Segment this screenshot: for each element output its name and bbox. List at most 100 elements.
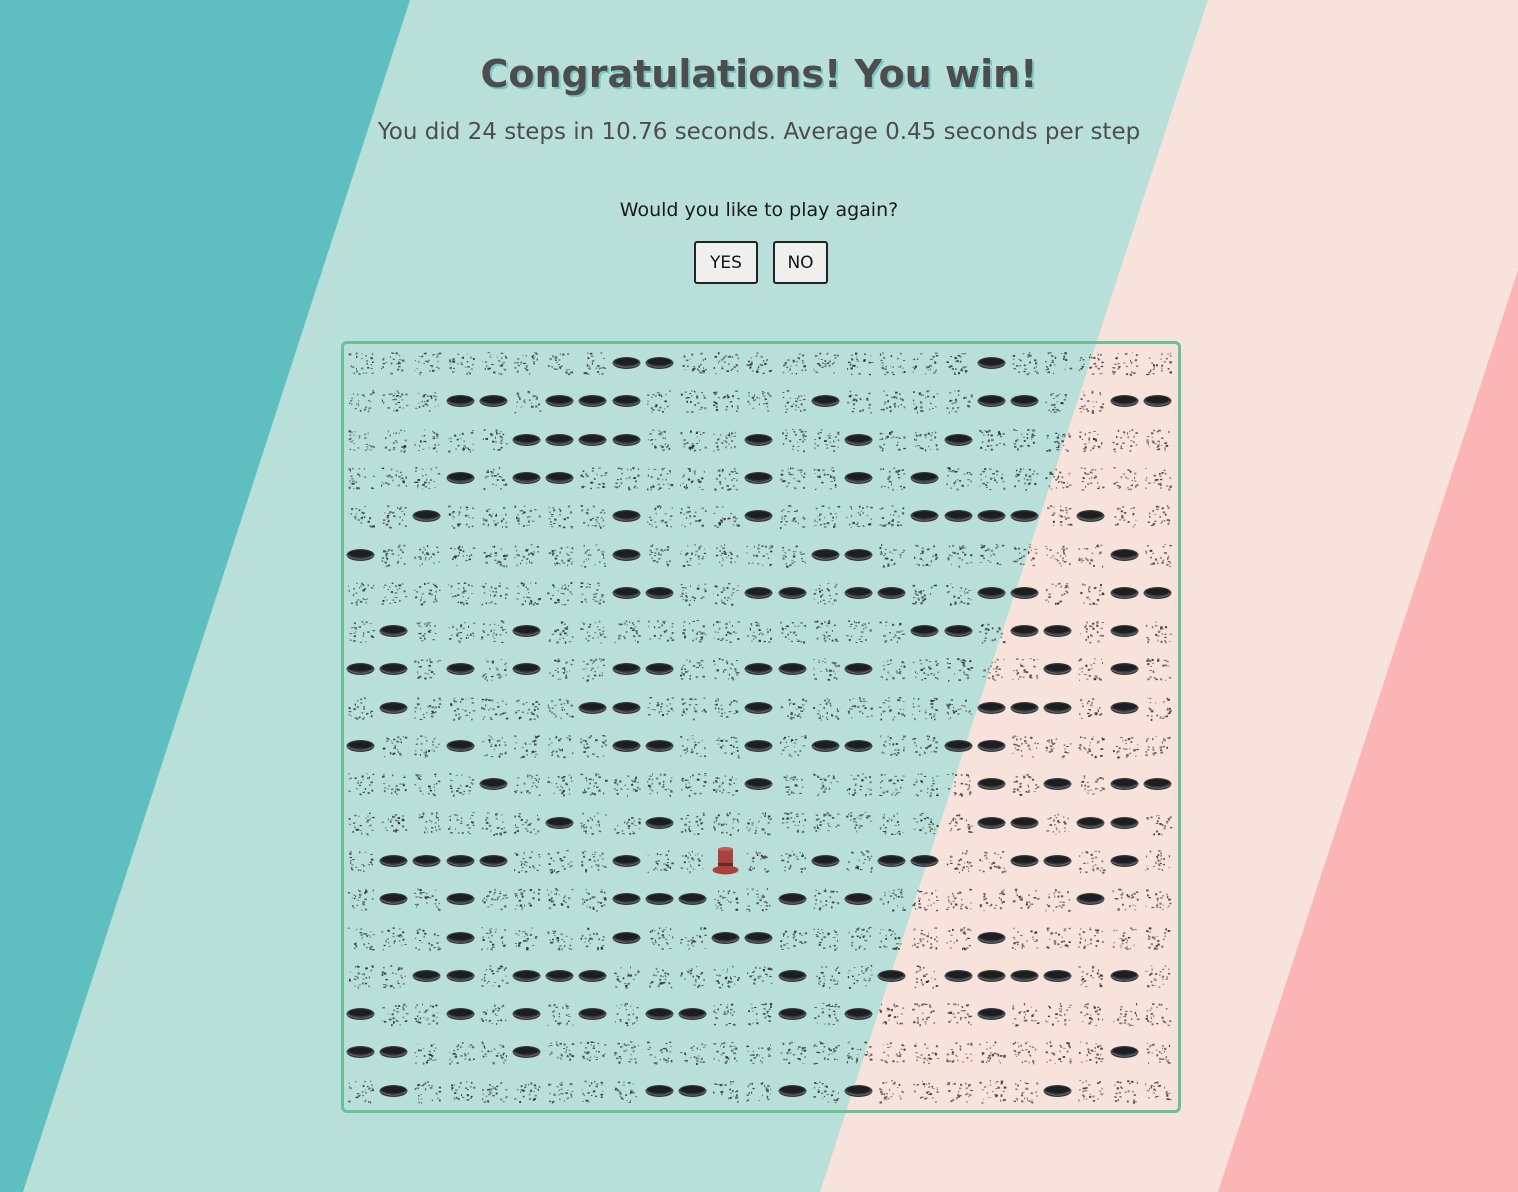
hole-icon [1108, 1033, 1141, 1071]
hole-icon [377, 1033, 410, 1071]
hole-icon [477, 842, 510, 880]
confetti-tile-icon [610, 612, 643, 650]
hole-icon [344, 1033, 377, 1071]
no-button[interactable]: NO [773, 241, 828, 284]
hole-icon [809, 727, 842, 765]
hole-icon [875, 957, 908, 995]
confetti-tile-icon [875, 727, 908, 765]
confetti-tile-icon [908, 804, 941, 842]
hole-icon [444, 842, 477, 880]
confetti-tile-icon [1108, 995, 1141, 1033]
hole-icon [776, 1072, 809, 1110]
confetti-tile-icon [1041, 1033, 1074, 1071]
hole-icon [643, 804, 676, 842]
confetti-tile-icon [809, 957, 842, 995]
confetti-tile-icon [543, 995, 576, 1033]
confetti-tile-icon [1074, 612, 1107, 650]
hole-icon [975, 957, 1008, 995]
confetti-tile-icon [477, 612, 510, 650]
hole-icon [444, 382, 477, 420]
hole-icon [377, 689, 410, 727]
confetti-tile-icon [610, 765, 643, 803]
confetti-tile-icon [676, 497, 709, 535]
hole-icon [942, 612, 975, 650]
hole-icon [377, 880, 410, 918]
confetti-tile-icon [842, 344, 875, 382]
confetti-tile-icon [377, 574, 410, 612]
confetti-tile-icon [643, 459, 676, 497]
hole-icon [510, 612, 543, 650]
confetti-tile-icon [610, 995, 643, 1033]
confetti-tile-icon [643, 612, 676, 650]
confetti-tile-icon [676, 765, 709, 803]
hole-icon [676, 1072, 709, 1110]
hole-icon [1041, 650, 1074, 688]
confetti-tile-icon [344, 689, 377, 727]
confetti-tile-icon [809, 650, 842, 688]
confetti-tile-icon [444, 497, 477, 535]
confetti-tile-icon [776, 727, 809, 765]
confetti-tile-icon [1108, 880, 1141, 918]
confetti-tile-icon [510, 765, 543, 803]
confetti-tile-icon [510, 1072, 543, 1110]
confetti-tile-icon [776, 919, 809, 957]
confetti-tile-icon [410, 689, 443, 727]
confetti-tile-icon [344, 612, 377, 650]
confetti-tile-icon [1141, 995, 1174, 1033]
confetti-tile-icon [643, 919, 676, 957]
confetti-tile-icon [776, 1033, 809, 1071]
hole-icon [510, 650, 543, 688]
hole-icon [842, 995, 875, 1033]
confetti-tile-icon [942, 459, 975, 497]
confetti-tile-icon [709, 536, 742, 574]
confetti-tile-icon [477, 497, 510, 535]
confetti-tile-icon [543, 497, 576, 535]
confetti-tile-icon [1108, 344, 1141, 382]
confetti-tile-icon [344, 957, 377, 995]
confetti-tile-icon [1008, 995, 1041, 1033]
confetti-tile-icon [477, 957, 510, 995]
confetti-tile-icon [1108, 1072, 1141, 1110]
hole-icon [1074, 804, 1107, 842]
confetti-tile-icon [809, 995, 842, 1033]
hole-icon [377, 1072, 410, 1110]
confetti-tile-icon [576, 497, 609, 535]
confetti-tile-icon [1041, 727, 1074, 765]
hole-icon [1108, 842, 1141, 880]
play-again-question: Would you like to play again? [619, 199, 899, 221]
confetti-tile-icon [477, 995, 510, 1033]
confetti-tile-icon [576, 842, 609, 880]
confetti-tile-icon [709, 421, 742, 459]
confetti-tile-icon [742, 880, 775, 918]
hole-icon [1141, 765, 1174, 803]
hole-icon [742, 727, 775, 765]
confetti-tile-icon [942, 344, 975, 382]
hole-icon [610, 344, 643, 382]
hole-icon [875, 842, 908, 880]
confetti-tile-icon [776, 344, 809, 382]
hole-icon [1008, 382, 1041, 420]
confetti-tile-icon [709, 612, 742, 650]
confetti-tile-icon [410, 1072, 443, 1110]
hole-icon [543, 459, 576, 497]
confetti-tile-icon [842, 765, 875, 803]
confetti-tile-icon [942, 574, 975, 612]
confetti-tile-icon [410, 650, 443, 688]
hole-icon [1008, 804, 1041, 842]
yes-button[interactable]: YES [694, 241, 758, 284]
confetti-tile-icon [510, 536, 543, 574]
confetti-tile-icon [942, 1072, 975, 1110]
hole-icon [543, 957, 576, 995]
confetti-tile-icon [875, 536, 908, 574]
confetti-tile-icon [610, 459, 643, 497]
confetti-tile-icon [676, 689, 709, 727]
hole-icon [1008, 842, 1041, 880]
confetti-tile-icon [942, 650, 975, 688]
confetti-tile-icon [477, 574, 510, 612]
confetti-tile-icon [1141, 344, 1174, 382]
hole-icon [610, 421, 643, 459]
confetti-tile-icon [942, 804, 975, 842]
hole-icon [610, 880, 643, 918]
hole-icon [510, 459, 543, 497]
confetti-tile-icon [410, 727, 443, 765]
